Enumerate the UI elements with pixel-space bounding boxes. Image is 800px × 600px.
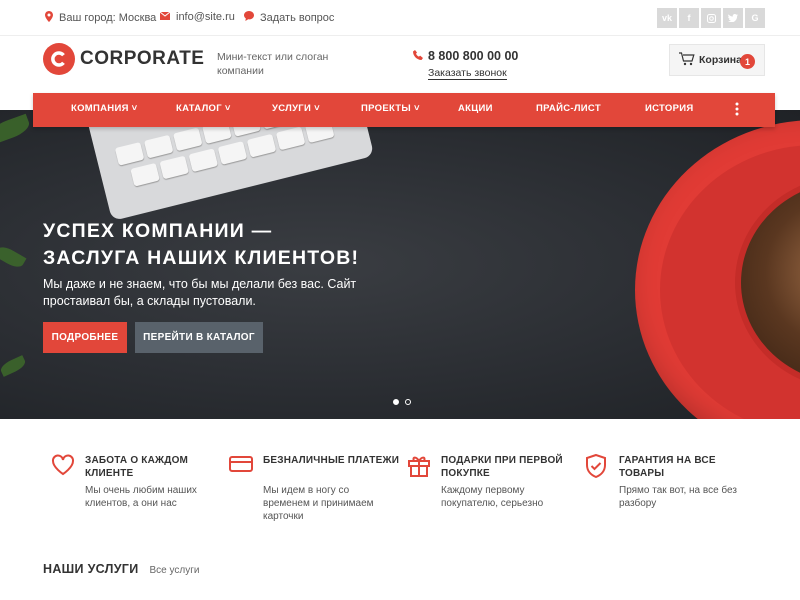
ask-question-label: Задать вопрос (260, 11, 335, 24)
feature-text: Мы очень любим наших клиентов, а они нас (85, 485, 197, 509)
nav-label: Услуги (272, 103, 312, 114)
nav-label: Акции (458, 103, 493, 114)
top-bar: Ваш город: Москва info@site.ru Задать во… (0, 0, 800, 36)
heart-icon (51, 454, 75, 481)
location-pin-icon (45, 11, 53, 25)
chat-bubble-icon (244, 11, 254, 24)
plant-leaf (0, 113, 32, 145)
features-row: Забота о каждом клиенте Мы очень любим н… (0, 440, 800, 530)
cart-label: Корзина (699, 54, 742, 66)
chevron-down-icon: ˅ (224, 103, 231, 114)
feature-text: Мы идем в ногу со временем и принимаем к… (263, 485, 374, 522)
slider-dot-2[interactable] (405, 399, 411, 405)
envelope-icon (159, 11, 171, 23)
nav-item-promotions[interactable]: Акции (458, 103, 493, 114)
nav-item-services[interactable]: Услуги ˅ (272, 103, 320, 114)
logo-text: CORPORATE (80, 48, 205, 69)
instagram-icon[interactable] (701, 8, 721, 28)
chevron-down-icon: ˅ (314, 103, 320, 114)
city-selector[interactable]: Ваш город: Москва (45, 11, 156, 25)
feature-text: Прямо так вот, на все без разбору (619, 485, 737, 509)
ask-question-link[interactable]: Задать вопрос (244, 11, 334, 24)
nav-item-catalog[interactable]: Каталог ˅ (176, 103, 231, 114)
section-title: Наши услуги (43, 562, 139, 576)
social-links: vk f G (657, 8, 765, 28)
phone-label: 8 800 800 00 00 (428, 49, 519, 63)
chevron-down-icon: ˅ (131, 103, 138, 114)
phone-block: 8 800 800 00 00 Заказать звонок (413, 49, 518, 81)
city-label: Ваш город: Москва (59, 12, 157, 24)
all-services-link[interactable]: Все услуги (149, 565, 199, 576)
cart-icon (679, 51, 695, 69)
site-header: CORPORATE Мини-текст или слоган компании… (0, 37, 800, 93)
logo-c-icon (43, 43, 75, 75)
nav-item-price-list[interactable]: Прайс-лист (536, 103, 601, 114)
plant-leaf (0, 243, 27, 271)
nav-item-projects[interactable]: Проекты ˅ (361, 103, 420, 114)
facebook-icon[interactable]: f (679, 8, 699, 28)
card-icon (229, 454, 253, 479)
feature-title: Забота о каждом клиенте (85, 455, 189, 479)
feature-text: Каждому первому покупателю, серьезно (441, 485, 544, 509)
nav-label: Каталог (176, 103, 222, 114)
vk-icon[interactable]: vk (657, 8, 677, 28)
services-section-header: Наши услуги Все услуги (43, 562, 199, 576)
logo[interactable]: CORPORATE (43, 43, 204, 75)
email-link[interactable]: info@site.ru (159, 11, 235, 23)
email-label: info@site.ru (176, 11, 235, 23)
shield-icon (585, 453, 607, 483)
feature-title: Подарки при первой покупке (441, 455, 563, 479)
slider-dots (393, 399, 411, 405)
cart-button[interactable]: Корзина 1 (669, 44, 765, 76)
callback-link[interactable]: Заказать звонок (428, 67, 507, 80)
nav-item-history[interactable]: История (645, 103, 694, 114)
main-nav: Компания ˅ Каталог ˅ Услуги ˅ Проекты ˅ … (33, 93, 775, 127)
nav-item-company[interactable]: Компания ˅ (71, 103, 138, 114)
nav-label: Проекты (361, 103, 412, 114)
go-to-catalog-button[interactable]: Перейти в каталог (135, 322, 263, 353)
hero-title: Успех компании — заслуга наших клиентов! (43, 218, 359, 272)
hero-title-line1: Успех компании — (43, 220, 273, 242)
gift-icon (407, 454, 431, 483)
more-menu-icon[interactable] (735, 102, 739, 116)
phone-icon (413, 49, 423, 63)
more-button[interactable]: Подробнее (43, 322, 127, 353)
feature-title: Безналичные платежи (263, 455, 400, 466)
twitter-icon[interactable] (723, 8, 743, 28)
hero-title-line2: заслуга наших клиентов! (43, 247, 360, 269)
slider-dot-1[interactable] (393, 399, 399, 405)
cart-count-badge: 1 (740, 54, 755, 69)
hero-text: Мы даже и не знаем, что бы мы делали без… (43, 277, 357, 308)
nav-label: История (645, 103, 694, 114)
feature-title: Гарантия на все товары (619, 455, 716, 479)
nav-label: Компания (71, 103, 129, 114)
plant-leaf (0, 355, 28, 377)
chevron-down-icon: ˅ (413, 103, 420, 114)
slogan: Мини-текст или слоган компании (217, 51, 329, 77)
phone-number[interactable]: 8 800 800 00 00 (413, 49, 518, 63)
google-icon[interactable]: G (745, 8, 765, 28)
nav-label: Прайс-лист (536, 103, 601, 114)
